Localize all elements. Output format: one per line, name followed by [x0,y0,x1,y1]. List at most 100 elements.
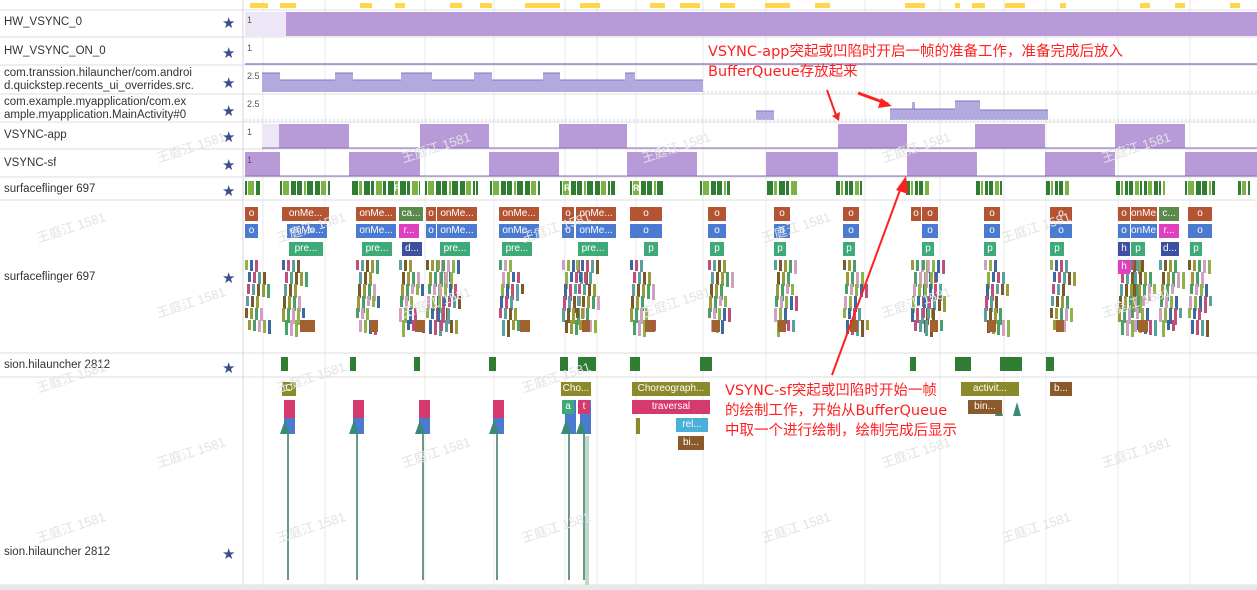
sf-slice[interactable]: o [922,224,938,238]
sf-thread-state [376,181,382,195]
sf-slice[interactable]: onMe... [576,224,616,238]
sf-slice[interactable]: onMe... [1131,224,1157,238]
sf-slice[interactable]: o [922,207,938,221]
pin-star-icon[interactable]: ★ [222,76,235,91]
launcher-slice[interactable]: activit... [961,382,1019,396]
sf-flame-slice [1058,272,1061,283]
launcher-counter-step [492,80,543,92]
sf-slice[interactable]: onMe... [437,224,477,238]
launcher-slice[interactable]: bi... [678,436,704,450]
pin-star-icon[interactable]: ★ [222,46,235,61]
sf-slice[interactable]: o [562,207,574,221]
launcher-slice[interactable]: Choreograph... [632,382,710,396]
sf-slice[interactable]: o [774,207,790,221]
sf-slice[interactable]: d... [1161,242,1179,256]
sf-slice[interactable]: o [426,207,436,221]
sf-flame-slice [846,272,849,286]
sf-slice[interactable]: p [984,242,996,256]
sf-flame-slice [300,320,315,332]
launcher-slice[interactable]: b... [1050,382,1072,396]
sf-slice[interactable]: o [984,224,1000,238]
sf-slice[interactable]: onMe... [576,207,616,221]
sf-slice[interactable]: o [1188,207,1212,221]
sf-slice[interactable]: pre... [289,242,323,256]
sf-slice[interactable]: o [984,207,1000,221]
vsync-app-high [279,124,349,148]
pin-star-icon[interactable]: ★ [222,547,235,562]
sf-slice[interactable]: p [1131,242,1145,256]
pin-star-icon[interactable]: ★ [222,158,235,173]
sf-slice[interactable]: o [245,207,258,221]
sf-slice[interactable]: onMe... [356,207,396,221]
sf-flame-slice [775,296,778,307]
sf-slice[interactable]: pre... [362,242,392,256]
sf-slice[interactable]: o [426,224,436,238]
sf-flame-slice [587,296,590,308]
sf-slice[interactable]: onMe... [1131,207,1157,221]
sf-slice[interactable]: h [1118,242,1130,256]
sf-slice[interactable]: o [630,207,662,221]
sf-slice[interactable]: pre... [440,242,470,256]
sf-thread-state [383,181,386,195]
sf-slice[interactable]: o [1050,207,1072,221]
sf-slice[interactable]: p [644,242,658,256]
sf-slice[interactable]: onMe... [287,224,327,238]
sf-slice[interactable]: o [1118,207,1130,221]
sf-slice[interactable]: o [708,207,726,221]
sf-slice[interactable]: o [843,207,859,221]
sf-slice[interactable]: o [774,224,790,238]
sf-slice[interactable]: o [630,224,662,238]
sf-slice[interactable]: r... [1159,224,1179,238]
sf-flame-slice [1189,296,1192,310]
sf-flame-slice [984,260,987,270]
sf-flame-slice [366,308,369,320]
pin-star-icon[interactable]: ★ [222,104,235,119]
sf-slice[interactable]: r... [399,224,419,238]
sf-slice[interactable]: onMe... [499,207,539,221]
sf-slice[interactable]: o [911,207,921,221]
pin-star-icon[interactable]: ★ [222,16,235,31]
sf-flame-slice [411,284,414,294]
sf-slice[interactable]: onMe... [437,207,477,221]
launcher-slice[interactable]: Cho... [561,382,591,396]
sf-slice[interactable]: p [1190,242,1202,256]
launcher-slice[interactable]: t [578,400,590,414]
sf-slice[interactable]: pre... [502,242,532,256]
sf-flame-slice [1055,308,1058,319]
sf-slice[interactable]: o [1118,224,1130,238]
launcher-slice[interactable]: traversal [632,400,710,414]
sf-slice[interactable]: o [1188,224,1212,238]
sf-slice[interactable]: onMe... [499,224,539,238]
sf-flame-slice [1052,284,1055,294]
sf-slice[interactable]: pre... [578,242,608,256]
sf-slice[interactable]: p [1050,242,1064,256]
sf-flame-slice [260,308,263,321]
sf-slice[interactable]: o [562,224,574,238]
sf-slice[interactable]: p [922,242,934,256]
sf-slice[interactable]: onMe... [282,207,329,221]
sf-slice[interactable]: d... [402,242,422,256]
launcher-slice[interactable]: C [282,382,296,396]
sf-slice[interactable]: p [710,242,724,256]
sf-slice[interactable]: p [774,242,786,256]
pin-star-icon[interactable]: ★ [222,361,235,376]
sf-slice[interactable]: p [843,242,855,256]
launcher-slice[interactable]: rel... [676,418,708,432]
sf-slice[interactable]: o [708,224,726,238]
sf-flame-slice [728,308,731,322]
pin-star-icon[interactable]: ★ [222,271,235,286]
sf-slice[interactable]: o [1050,224,1072,238]
pin-star-icon[interactable]: ★ [222,130,235,145]
sf-slice[interactable]: c... [1159,207,1179,221]
sf-flame-slice [933,296,936,310]
sf-slice[interactable]: o [245,224,258,238]
sf-slice[interactable]: ca... [399,207,423,221]
sf-slice[interactable]: onMe... [356,224,396,238]
pin-star-icon[interactable]: ★ [222,184,235,199]
launcher-slice[interactable]: a [562,400,574,414]
sf-slice[interactable]: o [843,224,859,238]
sf-flame-slice [361,308,364,319]
sf-flame-slice [631,296,634,309]
launcher-slice[interactable]: bin... [968,400,1002,414]
sf-slice[interactable]: h [1118,260,1130,274]
